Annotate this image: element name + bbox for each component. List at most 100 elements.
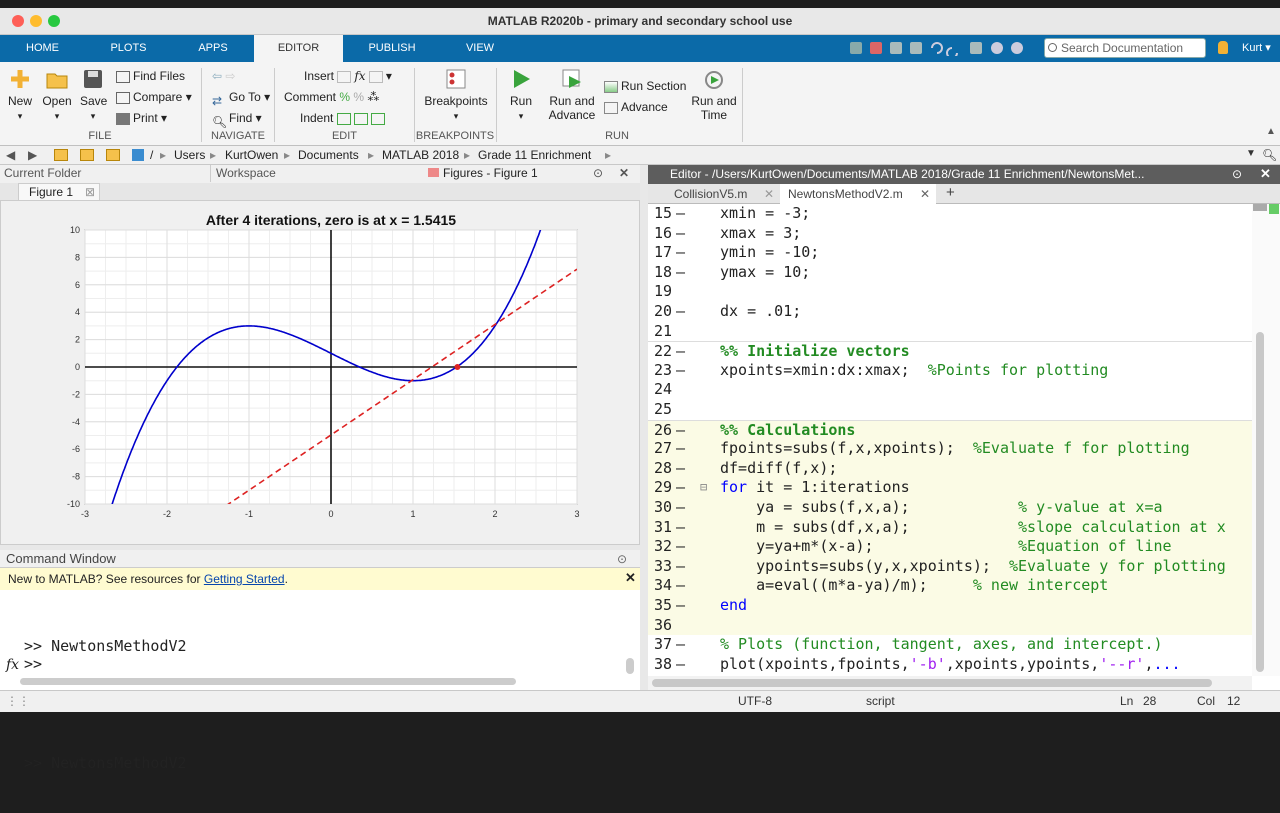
code-line[interactable]: 32— y=ya+m*(x-a); %Equation of line bbox=[648, 537, 1252, 557]
vertical-scrollbar[interactable] bbox=[626, 658, 634, 674]
save-button[interactable]: Save ▾ bbox=[80, 68, 107, 122]
breakpoint-marker[interactable]: — bbox=[676, 478, 685, 498]
code-line[interactable]: 34— a=eval((m*a-ya)/m); % new intercept bbox=[648, 576, 1252, 596]
horizontal-scrollbar[interactable] bbox=[20, 678, 516, 685]
back-forward-arrows[interactable]: ⇦ ⇨ bbox=[212, 67, 235, 85]
user-menu[interactable]: Kurt ▾ bbox=[1242, 41, 1271, 54]
code-line[interactable]: 28— df=diff(f,x); bbox=[648, 458, 1252, 479]
breakpoint-marker[interactable]: — bbox=[676, 576, 685, 596]
run-button[interactable]: Run ▾ bbox=[504, 68, 538, 122]
search-documentation-input[interactable]: Search Documentation bbox=[1044, 38, 1206, 58]
breakpoint-marker[interactable]: — bbox=[676, 224, 685, 244]
run-and-time-button[interactable]: Run and Time bbox=[688, 68, 740, 122]
compare-button[interactable]: Compare ▾ bbox=[116, 88, 192, 106]
tab-collisionv5[interactable]: CollisionV5.m ✕ bbox=[666, 184, 780, 204]
up-folder-icon[interactable] bbox=[54, 149, 68, 161]
code-line[interactable]: 18— ymax = 10; bbox=[648, 263, 1252, 283]
goto-button[interactable]: ⇄ Go To ▾ bbox=[212, 88, 270, 108]
editor-options-icon[interactable]: ⊙ bbox=[1232, 167, 1242, 181]
code-line[interactable]: 20— dx = .01; bbox=[648, 302, 1252, 322]
code-line[interactable]: 22— %% Initialize vectors bbox=[648, 341, 1252, 361]
find-files-button[interactable]: Find Files bbox=[116, 67, 185, 85]
code-analyzer-status-icon[interactable] bbox=[1269, 204, 1279, 214]
code-line[interactable]: 35— end bbox=[648, 596, 1252, 616]
breakpoint-marker[interactable]: — bbox=[676, 439, 685, 459]
new-button[interactable]: New ▾ bbox=[6, 68, 34, 122]
breakpoint-marker[interactable]: — bbox=[676, 342, 685, 362]
breadcrumb-users[interactable]: Users bbox=[174, 148, 205, 162]
editor-vertical-scrollbar[interactable] bbox=[1256, 332, 1264, 672]
figure-1-tab[interactable]: Figure 1 ⊠ bbox=[18, 183, 100, 201]
forward-icon[interactable]: ▶ bbox=[28, 148, 37, 162]
code-area[interactable]: 15— xmin = -3; 16— xmax = 3; 17— ymin = -10; 1… bbox=[648, 204, 1252, 676]
new-tab-button[interactable]: + bbox=[938, 184, 962, 204]
code-analyzer-indicator[interactable] bbox=[1253, 204, 1267, 211]
quick-access-toolbar[interactable] bbox=[846, 40, 1036, 59]
function-browser-icon[interactable]: fx bbox=[6, 657, 19, 673]
editor-horizontal-scrollbar[interactable] bbox=[652, 679, 1212, 687]
close-notice-icon[interactable]: ✕ bbox=[625, 570, 636, 586]
breadcrumb-kurtowen[interactable]: KurtOwen bbox=[225, 148, 278, 162]
code-line[interactable]: 17— ymin = -10; bbox=[648, 243, 1252, 263]
path-search-icon[interactable]: 🔍︎ bbox=[1262, 148, 1277, 162]
tab-home[interactable]: HOME bbox=[0, 35, 85, 62]
code-line[interactable]: 21 bbox=[648, 322, 1252, 342]
close-editor-icon[interactable]: ✕ bbox=[1260, 166, 1271, 182]
print-button[interactable]: Print ▾ bbox=[116, 109, 167, 127]
search-folder-icon[interactable] bbox=[106, 149, 120, 161]
breakpoint-marker[interactable]: — bbox=[676, 459, 685, 479]
getting-started-link[interactable]: Getting Started bbox=[204, 572, 285, 586]
run-and-advance-button[interactable]: Run and Advance bbox=[546, 68, 598, 122]
code-line[interactable]: 31— m = subs(df,x,a); %slope calculation… bbox=[648, 517, 1252, 538]
breadcrumb-matlab-2018[interactable]: MATLAB 2018 bbox=[382, 148, 459, 162]
code-line[interactable]: 16— xmax = 3; bbox=[648, 224, 1252, 244]
tab-publish[interactable]: PUBLISH bbox=[343, 35, 441, 62]
tab-apps[interactable]: APPS bbox=[172, 35, 254, 62]
close-tab-icon[interactable]: ✕ bbox=[920, 184, 930, 204]
close-figures-icon[interactable]: ✕ bbox=[619, 165, 629, 182]
code-line[interactable]: 24 bbox=[648, 380, 1252, 400]
breakpoint-marker[interactable]: — bbox=[676, 263, 685, 283]
close-tab-icon[interactable]: ✕ bbox=[764, 184, 774, 204]
code-line[interactable]: 36 bbox=[648, 615, 1252, 636]
collapse-toolstrip-icon[interactable]: ▲ bbox=[1266, 126, 1276, 137]
code-line[interactable]: 37— % Plots (function, tangent, axes, and… bbox=[648, 635, 1252, 655]
code-line[interactable]: 26— %% Calculations bbox=[648, 419, 1252, 441]
code-line[interactable]: 38— plot(xpoints,fpoints,'-b',xpoints,ypo… bbox=[648, 655, 1252, 675]
open-button[interactable]: Open ▾ bbox=[41, 68, 73, 122]
breakpoint-marker[interactable]: — bbox=[676, 498, 685, 518]
breakpoint-marker[interactable]: — bbox=[676, 204, 685, 224]
path-root[interactable]: / bbox=[150, 148, 153, 162]
current-folder-tab[interactable]: Current Folder bbox=[4, 165, 81, 182]
breakpoint-marker[interactable]: ⊟ bbox=[700, 478, 707, 498]
breakpoint-marker[interactable]: — bbox=[676, 421, 685, 441]
code-line[interactable]: 29 ⊟ — for it = 1:iterations bbox=[648, 478, 1252, 498]
back-icon[interactable]: ◀ bbox=[6, 148, 15, 162]
tab-editor[interactable]: EDITOR bbox=[254, 35, 343, 62]
find-button[interactable]: 🔍︎ Find ▾ bbox=[212, 109, 262, 129]
breakpoint-marker[interactable]: — bbox=[676, 361, 685, 381]
command-window-options-icon[interactable]: ⊙ bbox=[617, 552, 627, 566]
code-line[interactable]: 27— fpoints=subs(f,x,xpoints); %Evaluate … bbox=[648, 439, 1252, 459]
code-line[interactable]: 15— xmin = -3; bbox=[648, 204, 1252, 224]
tab-newtonsmethodv2[interactable]: NewtonsMethodV2.m ✕ bbox=[780, 184, 936, 204]
advance-button[interactable]: Advance bbox=[604, 98, 668, 116]
close-tab-icon[interactable]: ⊠ bbox=[85, 184, 95, 200]
breakpoint-marker[interactable]: — bbox=[676, 243, 685, 263]
command-window[interactable]: Command Window ⊙ New to MATLAB? See reso… bbox=[0, 550, 640, 772]
breadcrumb-documents[interactable]: Documents bbox=[298, 148, 359, 162]
path-dropdown-icon[interactable]: ▼ bbox=[1246, 148, 1256, 159]
breakpoint-marker[interactable]: — bbox=[676, 518, 685, 538]
notification-bell-icon[interactable] bbox=[1218, 41, 1228, 54]
tab-plots[interactable]: PLOTS bbox=[85, 35, 172, 62]
code-line[interactable]: 25 bbox=[648, 400, 1252, 420]
breakpoint-marker[interactable]: — bbox=[676, 655, 685, 675]
breakpoint-marker[interactable]: — bbox=[676, 537, 685, 557]
breakpoint-marker[interactable]: — bbox=[676, 596, 685, 616]
run-section-button[interactable]: Run Section bbox=[604, 77, 686, 95]
browse-folder-icon[interactable] bbox=[80, 149, 94, 161]
breakpoint-marker[interactable]: — bbox=[676, 302, 685, 322]
panel-options-icon[interactable]: ⊙ bbox=[593, 165, 603, 182]
breakpoints-button[interactable]: Breakpoints ▾ bbox=[420, 68, 492, 122]
code-line[interactable]: 23— xpoints=xmin:dx:xmax; %Points for plo… bbox=[648, 361, 1252, 381]
